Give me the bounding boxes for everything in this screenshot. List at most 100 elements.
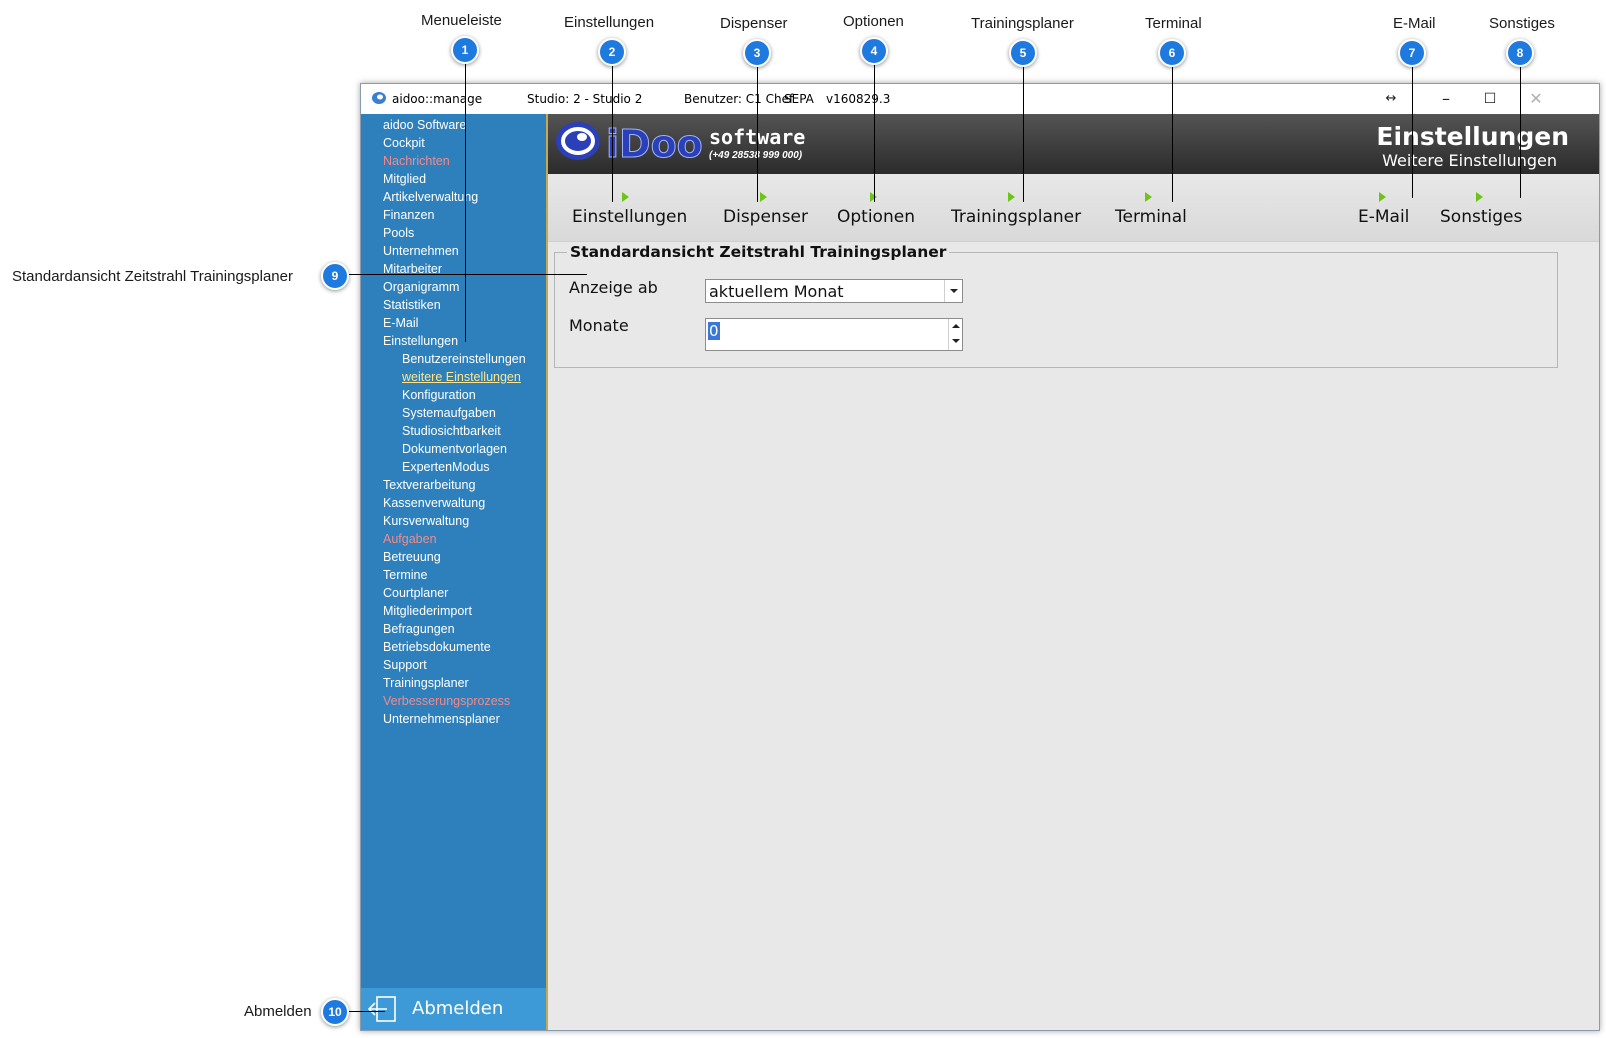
- logout-icon: [368, 996, 396, 1022]
- user-info: Benutzer: C1 Chef: [684, 92, 794, 106]
- sidebar-item-statistiken[interactable]: Statistiken: [361, 296, 546, 314]
- minimize-button[interactable]: –: [1426, 88, 1466, 110]
- sidebar-subitem-systemaufgaben[interactable]: Systemaufgaben: [361, 404, 546, 422]
- tab-label: Trainingsplaner: [951, 207, 1082, 227]
- stepper-down-icon[interactable]: [952, 339, 960, 343]
- annotation-label-menueleiste: Menueleiste: [421, 12, 502, 29]
- header-banner: iDoo software (+49 28538 999 000) Einste…: [548, 114, 1599, 174]
- tab-label: Optionen: [837, 207, 915, 227]
- monate-value: 0: [708, 322, 720, 340]
- annotation-badge-8: 8: [1506, 39, 1534, 67]
- annotation-badge-7: 7: [1398, 39, 1426, 67]
- phone-number: (+49 28538 999 000): [709, 150, 803, 161]
- sidebar-menu: aidoo Software Cockpit Nachrichten Mitgl…: [361, 114, 546, 1030]
- close-button[interactable]: ✕: [1516, 88, 1556, 110]
- sidebar-item-cockpit[interactable]: Cockpit: [361, 134, 546, 152]
- sidebar-item-email[interactable]: E-Mail: [361, 314, 546, 332]
- annotation-line-3: [757, 62, 758, 202]
- annotation-line-6: [1172, 62, 1173, 202]
- aidoo-logo: iDoo software (+49 28538 999 000): [554, 117, 814, 169]
- sidebar-nav: aidoo Software Cockpit Nachrichten Mitgl…: [361, 114, 546, 728]
- annotation-badge-4: 4: [860, 37, 888, 65]
- annotation-badge-1: 1: [451, 36, 479, 64]
- sidebar-item-support[interactable]: Support: [361, 656, 546, 674]
- annotation-label-dispenser: Dispenser: [720, 15, 788, 32]
- annotation-label-trainingsplaner: Trainingsplaner: [971, 15, 1074, 32]
- resize-icon[interactable]: ↔: [1371, 88, 1411, 110]
- sidebar-subitem-benutzereinstellungen[interactable]: Benutzereinstellungen: [361, 350, 546, 368]
- fieldset-legend: Standardansicht Zeitstrahl Trainingsplan…: [567, 243, 950, 261]
- tab-label: Einstellungen: [572, 207, 688, 227]
- sidebar-item-befragungen[interactable]: Befragungen: [361, 620, 546, 638]
- annotation-label-einstellungen: Einstellungen: [564, 14, 655, 31]
- arrow-icon: [1476, 192, 1483, 202]
- arrow-icon: [1379, 192, 1386, 202]
- anzeige-ab-label: Anzeige ab: [569, 278, 658, 297]
- sidebar-item-mitglied[interactable]: Mitglied: [361, 170, 546, 188]
- annotation-label-sonstiges: Sonstiges: [1489, 15, 1555, 32]
- sidebar-item-unternehmensplaner[interactable]: Unternehmensplaner: [361, 710, 546, 728]
- arrow-icon: [1145, 192, 1152, 202]
- annotation-line-9: [349, 274, 587, 275]
- arrow-icon: [760, 192, 767, 202]
- sidebar-subitem-dokumentvorlagen[interactable]: Dokumentvorlagen: [361, 440, 546, 458]
- sidebar-item-pools[interactable]: Pools: [361, 224, 546, 242]
- sidebar-item-nachrichten[interactable]: Nachrichten: [361, 152, 546, 170]
- maximize-button[interactable]: ☐: [1470, 88, 1510, 110]
- annotation-label-email: E-Mail: [1393, 15, 1436, 32]
- sidebar-subitem-expertenmodus[interactable]: ExpertenModus: [361, 458, 546, 476]
- sidebar-item-organigramm[interactable]: Organigramm: [361, 278, 546, 296]
- sidebar-item-courtplaner[interactable]: Courtplaner: [361, 584, 546, 602]
- annotation-badge-3: 3: [743, 39, 771, 67]
- annotation-label-terminal: Terminal: [1145, 15, 1202, 32]
- logout-label: Abmelden: [412, 998, 504, 1019]
- sidebar-item-aufgaben[interactable]: Aufgaben: [361, 530, 546, 548]
- stepper-up-icon[interactable]: [952, 324, 960, 328]
- sidebar-item-kursverwaltung[interactable]: Kursverwaltung: [361, 512, 546, 530]
- sidebar-item-kassenverwaltung[interactable]: Kassenverwaltung: [361, 494, 546, 512]
- tab-label: Dispenser: [723, 207, 808, 227]
- tab-bar: Einstellungen Dispenser Optionen Trainin…: [548, 174, 1599, 242]
- sidebar-item-trainingsplaner[interactable]: Trainingsplaner: [361, 674, 546, 692]
- annotation-badge-6: 6: [1158, 39, 1186, 67]
- annotation-label-zeitstrahl: Standardansicht Zeitstrahl Trainingsplan…: [12, 268, 293, 285]
- annotation-line-1: [465, 60, 466, 342]
- annotation-label-abmelden: Abmelden: [244, 1003, 312, 1020]
- annotation-label-optionen: Optionen: [843, 13, 904, 30]
- page-subtitle: Weitere Einstellungen: [1382, 151, 1557, 170]
- sidebar-item-betreuung[interactable]: Betreuung: [361, 548, 546, 566]
- chevron-down-icon[interactable]: [944, 280, 962, 302]
- zeitstrahl-fieldset: Standardansicht Zeitstrahl Trainingsplan…: [554, 243, 1558, 368]
- aidoo-logo-mark: iDoo: [556, 122, 703, 167]
- page-title: Einstellungen: [1376, 122, 1569, 151]
- sidebar-item-aidoo-software[interactable]: aidoo Software: [361, 116, 546, 134]
- annotation-badge-9: 9: [321, 262, 349, 290]
- logout-button[interactable]: Abmelden: [361, 988, 546, 1030]
- sidebar-item-betriebsdokumente[interactable]: Betriebsdokumente: [361, 638, 546, 656]
- sidebar-item-mitgliederimport[interactable]: Mitgliederimport: [361, 602, 546, 620]
- sepa-label: SEPA: [784, 92, 814, 106]
- monate-label: Monate: [569, 316, 629, 335]
- sidebar-item-termine[interactable]: Termine: [361, 566, 546, 584]
- sidebar-item-finanzen[interactable]: Finanzen: [361, 206, 546, 224]
- sidebar-item-unternehmen[interactable]: Unternehmen: [361, 242, 546, 260]
- sidebar-item-verbesserungsprozess[interactable]: Verbesserungsprozess: [361, 692, 546, 710]
- sidebar-item-artikelverwaltung[interactable]: Artikelverwaltung: [361, 188, 546, 206]
- version-label: v160829.3: [826, 92, 891, 106]
- sidebar-item-textverarbeitung[interactable]: Textverarbeitung: [361, 476, 546, 494]
- studio-info: Studio: 2 - Studio 2: [527, 92, 643, 106]
- app-icon: [372, 92, 386, 104]
- logo-text: iDoo: [606, 122, 703, 166]
- sidebar-item-einstellungen[interactable]: Einstellungen: [361, 332, 546, 350]
- app-window: aidoo::manage Studio: 2 - Studio 2 Benut…: [360, 83, 1600, 1031]
- annotation-line-10: [349, 1011, 385, 1012]
- stepper-buttons: [948, 319, 962, 350]
- sidebar-subitem-konfiguration[interactable]: Konfiguration: [361, 386, 546, 404]
- sidebar-subitem-studiosichtbarkeit[interactable]: Studiosichtbarkeit: [361, 422, 546, 440]
- content-area: iDoo software (+49 28538 999 000) Einste…: [546, 114, 1599, 1030]
- monate-stepper[interactable]: 0: [705, 318, 963, 351]
- sidebar-item-mitarbeiter[interactable]: Mitarbeiter: [361, 260, 546, 278]
- sidebar-subitem-weitere-einstellungen[interactable]: weitere Einstellungen: [361, 368, 546, 386]
- tab-label: Terminal: [1115, 207, 1187, 227]
- anzeige-ab-select[interactable]: aktuellem Monat: [705, 279, 963, 303]
